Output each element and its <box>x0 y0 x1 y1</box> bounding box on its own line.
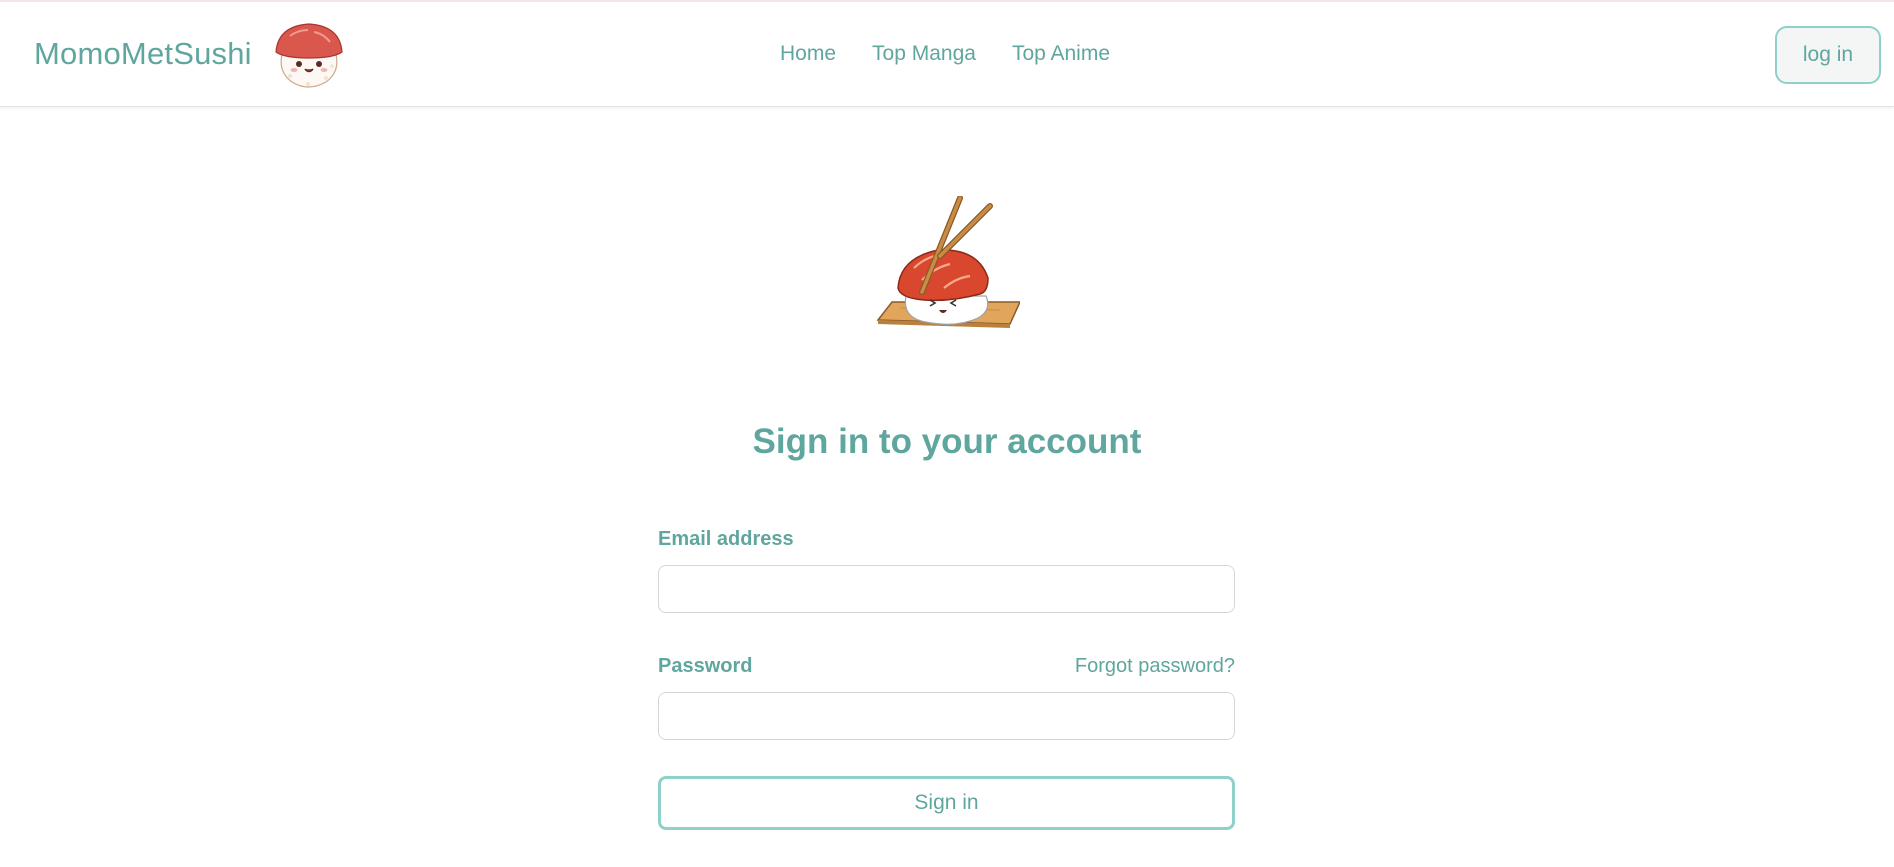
password-field[interactable] <box>658 692 1235 740</box>
password-label-row: Password Forgot password? <box>658 655 1235 678</box>
sushi-mascot-icon[interactable] <box>270 18 348 92</box>
signin-button[interactable]: Sign in <box>658 776 1235 830</box>
brand-name[interactable]: MomoMetSushi <box>34 36 252 72</box>
nav-link-home[interactable]: Home <box>780 42 836 66</box>
sushi-chopsticks-illustration <box>876 196 1020 328</box>
nav-link-top-manga[interactable]: Top Manga <box>872 42 976 66</box>
navbar: MomoMetSushi Home Top Manga Top Anime lo… <box>0 2 1894 107</box>
page-title: Sign in to your account <box>752 422 1142 461</box>
forgot-password-link[interactable]: Forgot password? <box>1075 655 1235 678</box>
login-button[interactable]: log in <box>1775 26 1881 84</box>
email-field[interactable] <box>658 565 1235 613</box>
nav-link-top-anime[interactable]: Top Anime <box>1012 42 1110 66</box>
signin-form: Email address Password Forgot password? … <box>658 528 1235 830</box>
password-label: Password <box>658 655 753 677</box>
email-label: Email address <box>658 528 794 550</box>
main-nav: Home Top Manga Top Anime <box>780 42 1110 66</box>
